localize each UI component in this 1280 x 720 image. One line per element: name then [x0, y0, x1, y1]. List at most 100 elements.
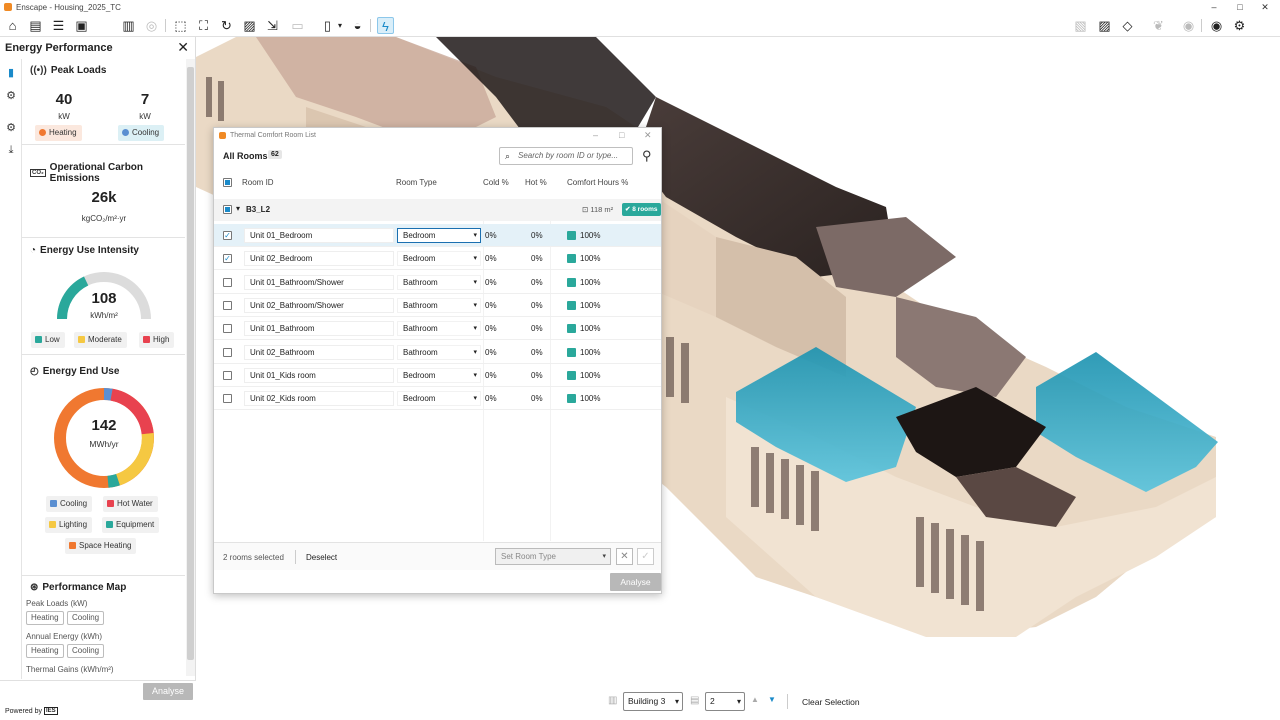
eye-scan-icon[interactable]: ◒	[349, 17, 366, 34]
building-select[interactable]: Building 3 ▾	[623, 692, 683, 711]
map-annual-heating-button[interactable]: Heating	[26, 644, 64, 658]
table-row[interactable]: Unit 01_Bathroom Bathroom ▾ 0% 0% 100%	[214, 317, 661, 341]
table-row[interactable]: Unit 02_Bathroom Bathroom ▾ 0% 0% 100%	[214, 341, 661, 364]
room-id-field[interactable]: Unit 01_Bathroom	[244, 321, 394, 337]
minimize-icon[interactable]: –	[1208, 0, 1220, 14]
dialog-maximize-icon[interactable]: □	[619, 130, 624, 140]
row-checkbox[interactable]: ✓	[223, 254, 232, 264]
room-type-select[interactable]: Bathroom ▾	[397, 297, 481, 313]
scan-icon[interactable]: ⛶	[195, 17, 212, 34]
filter-icon[interactable]: ⚲	[642, 148, 652, 164]
map-annual-cooling-button[interactable]: Cooling	[67, 644, 105, 658]
dialog-analyse-button[interactable]: Analyse	[610, 573, 661, 591]
space-heating-swatch	[69, 542, 76, 549]
room-id-field[interactable]: Unit 01_Bedroom	[244, 228, 394, 243]
document-icon[interactable]: ▤	[27, 17, 44, 34]
table-row[interactable]: ✓ Unit 01_Bedroom Bedroom ▾ 0% 0% 100%	[214, 224, 661, 247]
table-row[interactable]: Unit 02_Bathroom/Shower Bathroom ▾ 0% 0% 100%	[214, 294, 661, 317]
refresh-icon[interactable]: ↻	[218, 17, 235, 34]
maximize-icon[interactable]: □	[1234, 0, 1246, 14]
room-type-select[interactable]: Bedroom ▾	[397, 367, 481, 383]
table-row[interactable]: Unit 01_Kids room Bedroom ▾ 0% 0% 100%	[214, 364, 661, 387]
row-checkbox[interactable]	[223, 370, 232, 380]
room-type-select[interactable]: Bathroom ▾	[397, 321, 481, 337]
clear-selection-button[interactable]: Clear Selection	[802, 697, 860, 707]
settings-icon[interactable]: ⚙	[4, 121, 18, 135]
comfort-value: 100%	[580, 277, 601, 287]
cube-icon[interactable]: ◇	[1119, 17, 1136, 34]
select-all-checkbox[interactable]	[223, 178, 232, 187]
gears-icon[interactable]: ⚙	[1231, 17, 1248, 34]
room-id-field[interactable]: Unit 01_Bathroom/Shower	[244, 274, 394, 290]
dialog-close-icon[interactable]: ✕	[644, 130, 652, 141]
leaf-icon[interactable]: ❦	[1150, 17, 1167, 34]
room-type-select[interactable]: Bedroom ▾	[397, 228, 481, 243]
map-peak-heating-button[interactable]: Heating	[26, 611, 64, 625]
col-comfort[interactable]: Comfort Hours %	[567, 178, 628, 187]
chevron-down-icon: ▾	[473, 278, 477, 286]
home-icon[interactable]: ⌂	[4, 17, 21, 34]
cancel-button[interactable]: ✕	[616, 548, 633, 565]
vr-icon[interactable]: ▭	[289, 17, 306, 34]
row-checkbox[interactable]	[223, 394, 232, 404]
globe-icon[interactable]: ◎	[143, 17, 160, 34]
row-checkbox[interactable]	[223, 277, 232, 287]
eye-icon[interactable]: ◉	[1208, 17, 1225, 34]
confirm-button[interactable]: ✓	[637, 548, 654, 565]
list-icon[interactable]: ☰	[50, 17, 67, 34]
room-count-badge: 62	[268, 150, 282, 159]
map-peak-cooling-button[interactable]: Cooling	[67, 611, 105, 625]
buildings-icon[interactable]: ▥	[120, 17, 137, 34]
layers-icon: ⊛	[30, 582, 39, 593]
group-checkbox[interactable]	[223, 205, 232, 214]
export-icon[interactable]: ⇲	[264, 17, 281, 34]
room-type-select[interactable]: Bathroom ▾	[397, 344, 481, 360]
row-checkbox[interactable]	[223, 324, 232, 334]
chevron-down-icon[interactable]: ▾	[335, 17, 345, 34]
room-id-field[interactable]: Unit 02_Bathroom	[244, 344, 394, 360]
chart-icon[interactable]: ▮	[4, 66, 18, 80]
room-search-input[interactable]: ⌕ Search by room ID or type...	[499, 147, 633, 165]
room-type-select[interactable]: Bathroom ▾	[397, 274, 481, 290]
thermometer-gear-icon[interactable]: ⚙	[4, 89, 18, 103]
row-checkbox[interactable]	[223, 300, 232, 310]
panel-analyse-button[interactable]: Analyse	[143, 683, 193, 700]
dialog-minimize-icon[interactable]: –	[593, 130, 598, 140]
picture-icon[interactable]: ▨	[1096, 17, 1113, 34]
set-room-type-select[interactable]: Set Room Type ▾	[495, 548, 611, 565]
level-up-icon[interactable]: ▲	[751, 695, 759, 704]
panel-scrollbar[interactable]	[186, 59, 195, 676]
row-checkbox[interactable]: ✓	[223, 231, 232, 240]
file-export-icon[interactable]: ▯	[319, 17, 336, 34]
group-row[interactable]: ▾ B3_L2 ⊡ 118 m² ✔ 8 rooms	[214, 199, 661, 221]
close-window-icon[interactable]: ✕	[1259, 0, 1271, 14]
room-id-field[interactable]: Unit 02_Bedroom	[244, 251, 394, 267]
level-down-icon[interactable]: ▼	[768, 695, 776, 704]
camera-icon[interactable]: ▧	[1072, 17, 1089, 34]
col-hot[interactable]: Hot %	[525, 178, 547, 187]
col-room-type[interactable]: Room Type	[396, 178, 437, 187]
image-icon[interactable]: ▨	[241, 17, 258, 34]
table-row[interactable]: Unit 01_Bathroom/Shower Bathroom ▾ 0% 0% 100%	[214, 271, 661, 294]
download-icon[interactable]: ⤓	[4, 143, 18, 157]
energy-icon[interactable]: ϟ	[377, 17, 394, 34]
person-settings-icon[interactable]: ◉	[1180, 17, 1197, 34]
row-checkbox[interactable]	[223, 347, 232, 357]
table-row[interactable]: ✓ Unit 02_Bedroom Bedroom ▾ 0% 0% 100%	[214, 247, 661, 271]
expand-arrow-icon[interactable]: ▾	[236, 204, 240, 213]
room-type-select[interactable]: Bedroom ▾	[397, 391, 481, 407]
chevron-down-icon: ▾	[473, 255, 477, 263]
level-select[interactable]: 2 ▾	[705, 692, 745, 711]
room-id-field[interactable]: Unit 01_Kids room	[244, 367, 394, 383]
room-id-field[interactable]: Unit 02_Bathroom/Shower	[244, 297, 394, 313]
room-type-select[interactable]: Bedroom ▾	[397, 251, 481, 267]
scrollbar-thumb[interactable]	[187, 67, 194, 660]
safe-icon[interactable]: ▣	[73, 17, 90, 34]
table-row[interactable]: Unit 02_Kids room Bedroom ▾ 0% 0% 100%	[214, 387, 661, 411]
col-cold[interactable]: Cold %	[483, 178, 509, 187]
room-id-field[interactable]: Unit 02_Kids room	[244, 391, 394, 407]
close-panel-icon[interactable]: ✕	[177, 40, 189, 54]
deselect-button[interactable]: Deselect	[306, 553, 337, 562]
cursor-icon[interactable]: ⬚	[172, 17, 189, 34]
col-room-id[interactable]: Room ID	[242, 178, 274, 187]
